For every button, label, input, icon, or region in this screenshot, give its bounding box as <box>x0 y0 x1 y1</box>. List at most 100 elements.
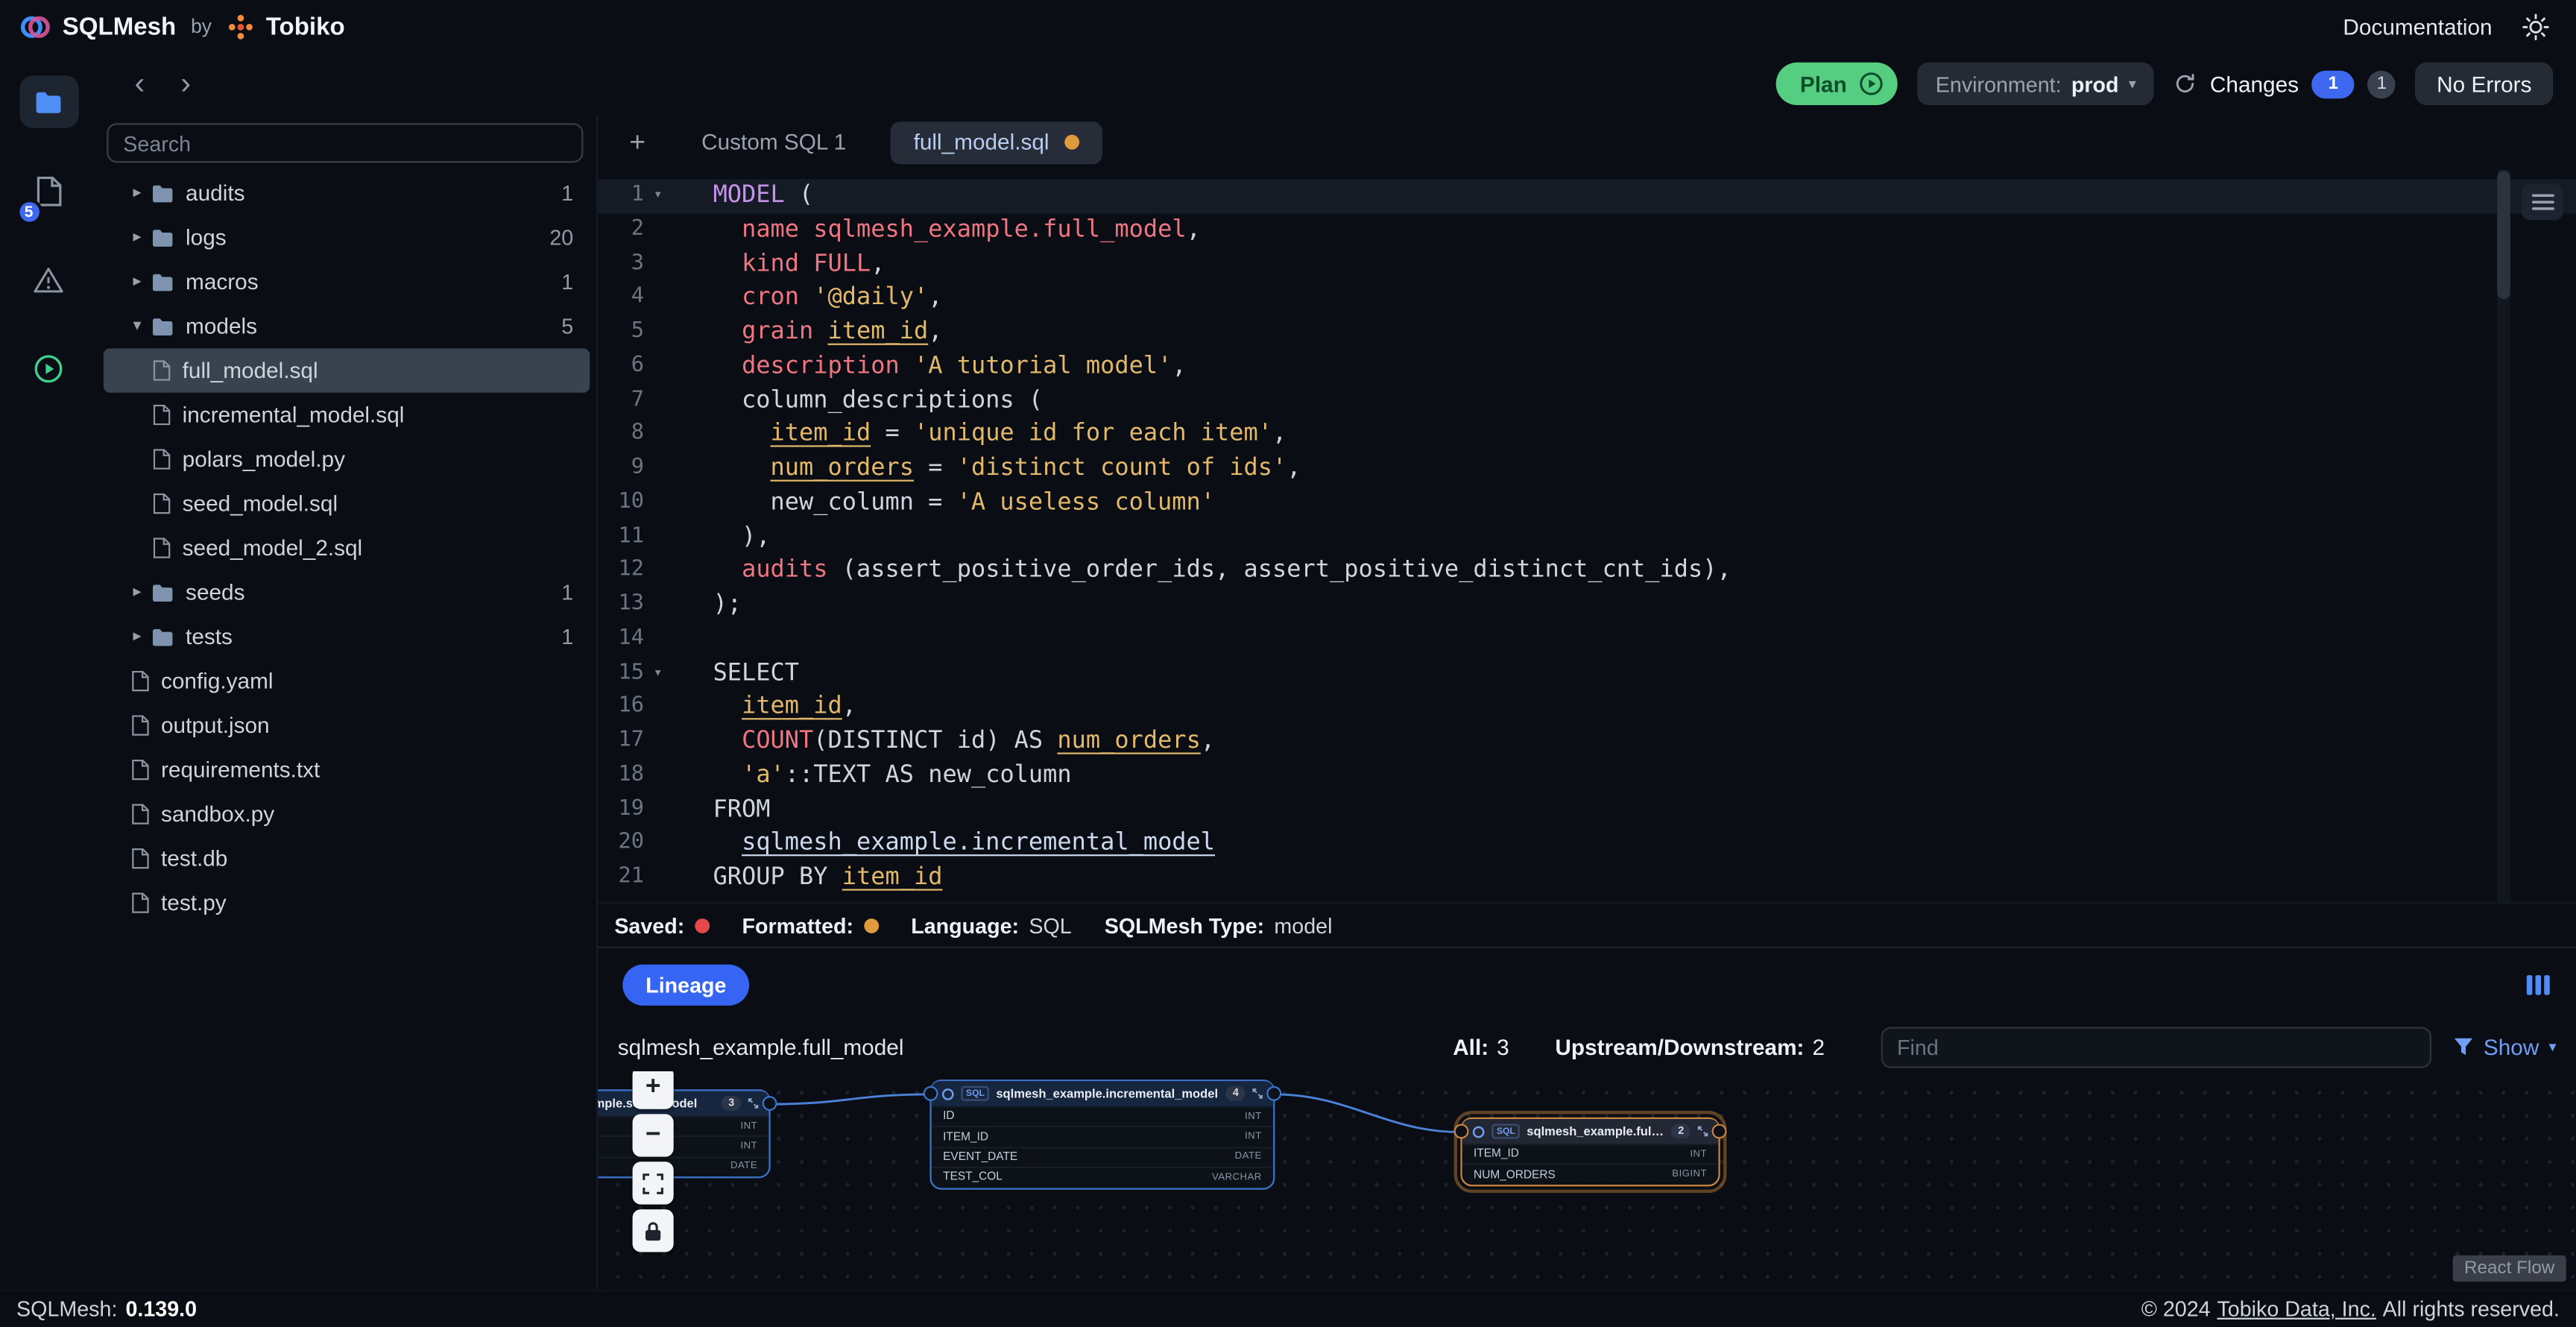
connection-handle-left[interactable] <box>923 1085 938 1101</box>
tree-file-seed_model_2.sql[interactable]: seed_model_2.sql <box>104 526 590 570</box>
lineage-node-full-model[interactable]: SQL sqlmesh_example.full_model 2 ITEM_ID INT… <box>1453 1111 1727 1193</box>
lock-button[interactable] <box>632 1209 674 1252</box>
code-line[interactable]: 3 kind FULL, <box>598 248 2576 282</box>
tree-folder-audits[interactable]: ▸ audits 1 <box>104 171 590 215</box>
code-line[interactable]: 21 GROUP BY item_id <box>598 861 2576 895</box>
documentation-link[interactable]: Documentation <box>2343 14 2492 39</box>
errors-rail-button[interactable] <box>19 253 78 306</box>
code-line[interactable]: 10 new_column = 'A useless column' <box>598 486 2576 520</box>
scrollbar-thumb[interactable] <box>2497 171 2510 300</box>
fold-icon[interactable]: ▾ <box>644 657 672 691</box>
tree-file-test.py[interactable]: test.py <box>104 880 590 925</box>
docs-rail-button[interactable]: 5 <box>15 164 78 225</box>
tree-folder-models[interactable]: ▾ models 5 <box>104 304 590 349</box>
editor-tab-bar: + Custom SQL 1 full_model.sql <box>598 115 2576 169</box>
column-row[interactable]: TEST_COL VARCHAR <box>931 1167 1274 1187</box>
tab-full-model-sql[interactable]: full_model.sql <box>890 120 1102 164</box>
lineage-tab[interactable]: Lineage <box>622 964 750 1006</box>
tree-folder-macros[interactable]: ▸ macros 1 <box>104 259 590 304</box>
node-title: sqlmesh_example.full_model <box>1527 1123 1664 1139</box>
lock-icon <box>644 1220 662 1242</box>
editor-menu-button[interactable] <box>2522 183 2563 221</box>
refresh-icon <box>2174 72 2197 95</box>
tobiko-data-link[interactable]: Tobiko Data, Inc. <box>2217 1296 2375 1321</box>
sql-tag: SQL <box>961 1085 990 1101</box>
tree-file-polars_model.py[interactable]: polars_model.py <box>104 437 590 482</box>
code-line[interactable]: 2 name sqlmesh_example.full_model, <box>598 213 2576 248</box>
code-line[interactable]: 17 COUNT(DISTINCT id) AS num_orders, <box>598 725 2576 759</box>
code-line[interactable]: 19 FROM <box>598 792 2576 827</box>
code-line[interactable]: 12 audits (assert_positive_order_ids, as… <box>598 554 2576 588</box>
show-dropdown[interactable]: Show ▾ <box>2452 1034 2557 1059</box>
tree-folder-logs[interactable]: ▸ logs 20 <box>104 215 590 260</box>
connection-handle-right[interactable] <box>1711 1123 1727 1139</box>
connection-handle-left[interactable] <box>1453 1123 1469 1139</box>
tree-file-seed_model.sql[interactable]: seed_model.sql <box>104 482 590 526</box>
code-line[interactable]: 7 column_descriptions ( <box>598 384 2576 418</box>
connection-handle-right[interactable] <box>1266 1085 1282 1101</box>
plan-button[interactable]: Plan <box>1775 62 1898 106</box>
column-row[interactable]: IDINT <box>598 1115 769 1136</box>
column-row[interactable]: ITEM_IDINT <box>598 1135 769 1156</box>
code-line[interactable]: 15 ▾ SELECT <box>598 657 2576 691</box>
find-input[interactable] <box>1880 1026 2431 1068</box>
code-line[interactable]: 5 grain item_id, <box>598 315 2576 350</box>
tab-custom-sql-1[interactable]: Custom SQL 1 <box>678 121 869 163</box>
errors-status[interactable]: No Errors <box>2415 62 2554 106</box>
changes-button[interactable]: Changes 1 1 <box>2174 69 2396 98</box>
connection-handle-right[interactable] <box>762 1096 777 1111</box>
fold-icon[interactable]: ▾ <box>644 179 672 213</box>
zoom-out-button[interactable]: − <box>632 1114 674 1157</box>
editor-scrollbar[interactable] <box>2497 169 2510 903</box>
lineage-canvas[interactable]: SQLsqlmesh_example.seed_model3IDINTITEM_… <box>598 1071 2576 1290</box>
lineage-node-incremental-model[interactable]: SQL sqlmesh_example.incremental_model 4 ID I… <box>923 1079 1282 1189</box>
column-row[interactable]: EVENT_DATEDATE <box>598 1156 769 1176</box>
tree-file-incremental_model.sql[interactable]: incremental_model.sql <box>104 393 590 438</box>
code-line[interactable]: 9 num_orders = 'distinct count of ids', <box>598 452 2576 486</box>
column-row[interactable]: IDINT <box>931 1106 1274 1126</box>
saved-label: Saved: <box>614 912 685 938</box>
lineage-node-seed-model[interactable]: SQLsqlmesh_example.seed_model3IDINTITEM_… <box>598 1089 777 1179</box>
files-rail-button[interactable] <box>19 75 78 128</box>
code-line[interactable]: 14 <box>598 622 2576 657</box>
code-line[interactable]: 1 ▾ MODEL ( <box>598 179 2576 213</box>
column-row[interactable]: NUM_ORDERS BIGINT <box>1462 1164 1719 1184</box>
tree-folder-seeds[interactable]: ▸ seeds 1 <box>104 570 590 615</box>
theme-toggle-icon[interactable] <box>2522 13 2549 40</box>
tree-file-config.yaml[interactable]: config.yaml <box>104 659 590 704</box>
code-text: SELECT <box>713 659 800 687</box>
zoom-in-button[interactable]: + <box>632 1071 674 1109</box>
code-line[interactable]: 20 sqlmesh_example.incremental_model <box>598 827 2576 861</box>
forward-button[interactable]: › <box>169 68 202 99</box>
code-line[interactable]: 11 ), <box>598 520 2576 555</box>
search-input[interactable] <box>107 123 584 163</box>
editor-region: + Custom SQL 1 full_model.sql 1 ▾ MODEL (2… <box>596 115 2576 1290</box>
code-line[interactable]: 4 cron '@daily', <box>598 281 2576 315</box>
back-button[interactable]: ‹ <box>123 68 156 99</box>
tree-folder-tests[interactable]: ▸ tests 1 <box>104 614 590 659</box>
code-line[interactable]: 18 'a'::TEXT AS new_column <box>598 759 2576 793</box>
code-line[interactable]: 8 item_id = 'unique id for each item', <box>598 417 2576 452</box>
expand-icon[interactable] <box>1697 1126 1708 1137</box>
column-row[interactable]: ITEM_IDINT <box>931 1126 1274 1147</box>
environment-selector[interactable]: Environment: prod ▾ <box>1917 62 2154 106</box>
tree-file-full_model.sql[interactable]: full_model.sql <box>103 348 590 393</box>
expand-icon[interactable] <box>748 1097 759 1109</box>
columns-layout-icon[interactable] <box>2525 973 2551 997</box>
column-row[interactable]: ITEM_IDINT <box>1462 1144 1719 1164</box>
run-rail-button[interactable] <box>19 341 78 394</box>
add-tab-button[interactable]: + <box>618 126 657 159</box>
code-line[interactable]: 13); <box>598 588 2576 622</box>
node-columns: ITEM_ID INT NUM_ORDERS BIGINT <box>1462 1144 1719 1185</box>
tree-file-requirements.txt[interactable]: requirements.txt <box>104 748 590 792</box>
column-row[interactable]: EVENT_DATEDATE <box>931 1146 1274 1167</box>
chevron-right-icon: ▸ <box>133 183 142 203</box>
code-line[interactable]: 6 description 'A tutorial model', <box>598 350 2576 384</box>
tree-file-test.db[interactable]: test.db <box>104 836 590 881</box>
expand-icon[interactable] <box>1252 1088 1263 1099</box>
code-editor[interactable]: 1 ▾ MODEL (2 name sqlmesh_example.full_mod… <box>598 169 2576 903</box>
tree-file-sandbox.py[interactable]: sandbox.py <box>104 792 590 836</box>
fit-view-button[interactable] <box>632 1161 674 1205</box>
code-line[interactable]: 16 item_id, <box>598 690 2576 725</box>
tree-file-output.json[interactable]: output.json <box>104 703 590 748</box>
